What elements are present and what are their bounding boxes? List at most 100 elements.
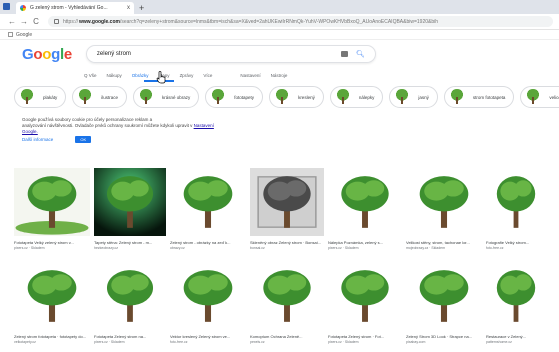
google-logo[interactable]: Google: [22, 46, 72, 63]
filter-chip[interactable]: kreslený: [269, 86, 324, 108]
filter-chip[interactable]: nálepky: [329, 86, 384, 108]
filter-chip[interactable]: plakáty: [14, 86, 67, 108]
result-thumbnail[interactable]: [406, 262, 482, 330]
chip-label: nálepky: [358, 94, 375, 100]
result-thumbnail[interactable]: [328, 168, 402, 236]
result-source: hezkeobrazy.cz: [94, 246, 119, 250]
result-source: pixers.cz · Skladem: [328, 246, 359, 250]
filter-chip[interactable]: velice: [520, 86, 559, 108]
tab-images[interactable]: Obrázky: [132, 73, 149, 78]
reload-button[interactable]: C: [30, 17, 42, 26]
tab-tools[interactable]: Nástroje: [271, 73, 288, 78]
tab-more[interactable]: Více: [203, 73, 212, 78]
result-thumbnail[interactable]: [14, 262, 90, 330]
result-thumbnail[interactable]: [170, 262, 246, 330]
result-caption[interactable]: Fototapeta Velký zelený strom v...: [14, 240, 90, 245]
tab-all[interactable]: Q Vše: [84, 73, 97, 78]
image-result[interactable]: Tapety stěna: Zelený strom - m... hezkeob…: [94, 168, 166, 250]
new-tab-button[interactable]: +: [139, 2, 144, 14]
more-info-link[interactable]: Další informace: [22, 137, 53, 143]
result-thumbnail[interactable]: [250, 168, 324, 236]
result-source: obrazy.cz: [170, 246, 185, 250]
result-source: foto-free.cz: [170, 340, 188, 344]
image-result[interactable]: Velikost stěny, strom, tachonae lor... mo…: [406, 168, 482, 250]
image-result[interactable]: Fotografie Velký strom... foto-free.cz: [486, 168, 546, 250]
chip-label: krásné obrazy: [162, 94, 191, 100]
result-caption[interactable]: Zelený Strom 3D Look · Strapce na...: [406, 334, 482, 339]
forward-button[interactable]: →: [18, 17, 30, 26]
result-caption[interactable]: Velikost stěny, strom, tachonae lor...: [406, 240, 482, 245]
result-thumbnail[interactable]: [486, 168, 546, 236]
tree-thumbnail-icon: [77, 89, 94, 105]
image-result[interactable]: Komoptum Ochrana Zeleně... pexels.cz: [250, 262, 324, 344]
filter-chip[interactable]: fototapety: [205, 86, 264, 108]
close-tab-icon[interactable]: x: [127, 5, 130, 11]
camera-icon[interactable]: [341, 51, 349, 57]
image-result[interactable]: Zelený strom - obrázky na zeď k... obrazy…: [170, 168, 246, 250]
results-row-2: Zelený strom fototapeta · fototapety do.…: [0, 262, 546, 344]
image-result[interactable]: Vektor kreslený Zelený strom ve... foto-f…: [170, 262, 246, 344]
chip-label: jasný: [418, 94, 429, 100]
result-source: patternshome.cz: [486, 340, 512, 344]
lock-icon: [54, 19, 59, 24]
result-thumbnail[interactable]: [170, 168, 246, 236]
image-result[interactable]: Fototapeta Velký zelený strom v... pixers…: [14, 168, 90, 250]
result-caption[interactable]: Skleněný obraz Zelený strom · Bonsai...: [250, 240, 324, 245]
result-caption[interactable]: Fotografie Velký strom...: [486, 240, 546, 245]
result-thumbnail[interactable]: [94, 168, 166, 236]
image-result[interactable]: Fototapeta Zelený strom · Fot... pixers.c…: [328, 262, 402, 344]
image-result[interactable]: Zelený Strom 3D Look · Strapce na... pixa…: [406, 262, 482, 344]
result-caption[interactable]: Vektor kreslený Zelený strom ve...: [170, 334, 246, 339]
result-source: pixers.cz · Skladem: [328, 340, 359, 344]
image-result[interactable]: Zelený strom fototapeta · fototapety do.…: [14, 262, 90, 344]
result-caption[interactable]: Komoptum Ochrana Zeleně...: [250, 334, 324, 339]
result-caption[interactable]: Zelený strom - obrázky na zeď k...: [170, 240, 246, 245]
bookmark-google[interactable]: Google: [16, 32, 32, 38]
search-icon[interactable]: 🔍︎: [356, 50, 365, 58]
result-thumbnail[interactable]: [14, 168, 90, 236]
google-header: Google zelený strom 🔍︎: [0, 40, 559, 68]
filter-chip[interactable]: krásné obrazy: [133, 86, 200, 108]
chip-label: strom fototapeta: [472, 94, 506, 100]
filter-chip[interactable]: jasný: [389, 86, 438, 108]
result-caption[interactable]: Fototapeta Zelený strom na...: [94, 334, 166, 339]
result-source: bonsai.cz: [250, 246, 265, 250]
bookmark-icon: [8, 32, 13, 37]
image-result[interactable]: Skleněný obraz Zelený strom · Bonsai... b…: [250, 168, 324, 250]
browser-tab-bar: G zelený strom - Vyhledávání Go... x +: [0, 0, 559, 14]
result-caption[interactable]: Zelený strom fototapeta · fototapety do.…: [14, 334, 90, 339]
image-result[interactable]: Fototapeta Zelený strom na... pixers.cz ·…: [94, 262, 166, 344]
filter-chip[interactable]: ilustrace: [72, 86, 128, 108]
browser-tab[interactable]: G zelený strom - Vyhledávání Go... x: [16, 2, 134, 14]
result-caption[interactable]: Restaurace v Zelený...: [486, 334, 546, 339]
filter-chip[interactable]: strom fototapeta: [443, 86, 515, 108]
tree-thumbnail-icon: [138, 89, 155, 105]
chip-label: fototapety: [234, 94, 255, 100]
cookie-notice: Google používá soubory cookie pro účely …: [0, 112, 559, 150]
address-bar-row: ← → C https://www.google.com/search?q=ze…: [0, 14, 559, 30]
result-thumbnail[interactable]: [328, 262, 402, 330]
back-button[interactable]: ←: [6, 17, 18, 26]
result-thumbnail[interactable]: [250, 262, 324, 330]
cookie-ok-button[interactable]: OK: [75, 136, 92, 143]
result-caption[interactable]: Nálepka Poznámka, zelený s...: [328, 240, 402, 245]
tab-news[interactable]: Zprávy: [180, 73, 194, 78]
result-caption[interactable]: Tapety stěna: Zelený strom - m...: [94, 240, 166, 245]
image-result[interactable]: Nálepka Poznámka, zelený s... pixers.cz ·…: [328, 168, 402, 250]
chip-label: ilustrace: [101, 94, 119, 100]
search-input[interactable]: zelený strom 🔍︎: [85, 45, 376, 63]
result-source: foto-free.cz: [486, 246, 504, 250]
cookie-google-link[interactable]: Google.: [22, 129, 38, 134]
cookie-settings-link[interactable]: Nastavení: [194, 123, 214, 128]
url-field[interactable]: https://www.google.com/search?q=zeleny+s…: [48, 16, 553, 27]
tab-settings[interactable]: Nastavení: [240, 73, 260, 78]
cookie-text-2: analyzování návštěvnosti. Ovladače prvků…: [22, 123, 193, 128]
result-thumbnail[interactable]: [406, 168, 482, 236]
url-path: /search?q=zeleny+strom&source=lnms&tbm=i…: [119, 18, 439, 25]
result-thumbnail[interactable]: [486, 262, 546, 330]
result-caption[interactable]: Fototapeta Zelený strom · Fot...: [328, 334, 402, 339]
tree-thumbnail-icon: [525, 89, 542, 105]
image-result[interactable]: Restaurace v Zelený... patternshome.cz: [486, 262, 546, 344]
result-thumbnail[interactable]: [94, 262, 166, 330]
tab-shopping[interactable]: Nákupy: [107, 73, 122, 78]
